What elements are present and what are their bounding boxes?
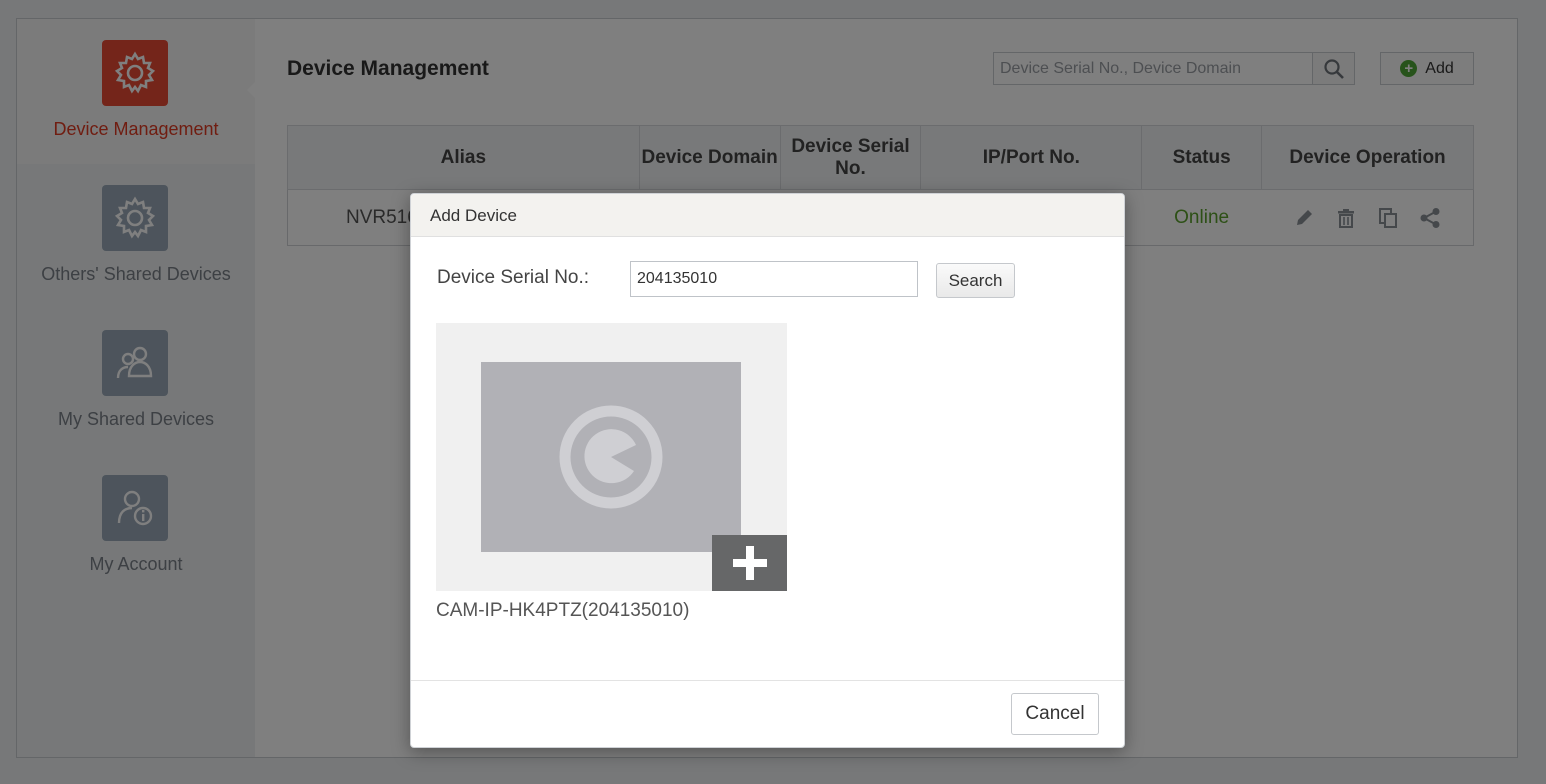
dialog-footer-divider bbox=[411, 680, 1124, 681]
plus-icon bbox=[732, 546, 767, 580]
dialog-title: Add Device bbox=[411, 194, 1124, 237]
search-button[interactable]: Search bbox=[936, 263, 1015, 298]
device-result-card[interactable] bbox=[436, 323, 787, 591]
serial-number-label: Device Serial No.: bbox=[437, 267, 590, 288]
add-device-dialog: Add Device Device Serial No.: Search CAM… bbox=[410, 193, 1125, 748]
device-result-name: CAM-IP-HK4PTZ(204135010) bbox=[436, 600, 690, 621]
device-thumbnail bbox=[481, 362, 741, 552]
device-logo-icon bbox=[559, 405, 663, 509]
add-device-plus-button[interactable] bbox=[712, 535, 787, 591]
cancel-button[interactable]: Cancel bbox=[1011, 693, 1099, 735]
serial-number-input[interactable] bbox=[630, 261, 918, 297]
